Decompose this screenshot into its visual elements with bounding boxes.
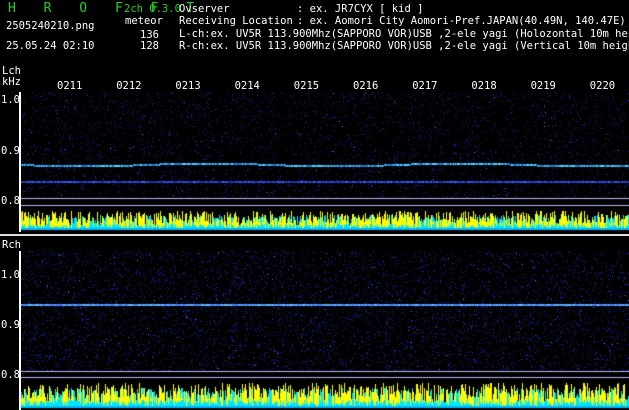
lch-ytick-2: 0.9 <box>1 145 20 157</box>
time-tick-0218: 0218 <box>471 80 497 92</box>
lch-ytick-1: 1.0 <box>1 94 20 106</box>
time-tick-0215: 0215 <box>293 80 320 92</box>
datetime-label: 25.05.24 02:10 <box>6 40 95 52</box>
version-label: 2ch 0.3.0 <box>124 3 181 15</box>
lch-spectrogram <box>20 92 629 232</box>
hroft-spectrogram-window: H R O F F T 2ch 0.3.0 meteor 2505240210.… <box>0 0 629 410</box>
time-tick-0211: 0211 <box>57 80 83 92</box>
rch-spectrogram-canvas <box>20 251 629 410</box>
rch-spectrogram <box>20 251 629 410</box>
lch-unit-label: kHz <box>2 76 21 88</box>
time-tick-0217: 0217 <box>412 80 438 92</box>
rch-ytick-1: 1.0 <box>1 269 20 281</box>
time-tick-0212: 0212 <box>116 80 142 92</box>
time-tick-0214: 0214 <box>234 80 260 92</box>
rch-ytick-2: 0.9 <box>1 319 20 331</box>
rch-description: R-ch:ex. UV5R 113.900Mhz(SAPPORO VOR)USB… <box>179 41 629 52</box>
mode-label: meteor <box>125 15 163 27</box>
lch-ytick-3: 0.8 <box>1 195 20 207</box>
rch-ytick-3: 0.8 <box>1 369 20 381</box>
time-tick-0220: 0220 <box>589 80 616 92</box>
location-label: Receiving Location <box>179 15 293 27</box>
lch-count: 136 <box>140 29 159 41</box>
channel-divider <box>0 234 629 236</box>
lch-description: L-ch:ex. UV5R 113.900Mhz(SAPPORO VOR)USB… <box>179 29 629 40</box>
time-tick-0216: 0216 <box>353 80 379 92</box>
lch-y-axis <box>19 92 21 232</box>
observer-value: : ex. JR7CYX [ kid ] <box>297 3 424 15</box>
time-tick-0219: 0219 <box>530 80 556 92</box>
rch-count: 128 <box>140 40 159 52</box>
lch-label: Lch <box>2 65 21 77</box>
location-value: : ex. Aomori City Aomori-Pref.JAPAN(40.4… <box>297 15 626 27</box>
rch-label: Rch <box>2 239 21 251</box>
lch-spectrogram-canvas <box>20 92 629 232</box>
time-tick-0213: 0213 <box>175 80 201 92</box>
filename-label: 2505240210.png <box>6 20 95 32</box>
observer-label: Ovserver <box>179 3 230 15</box>
